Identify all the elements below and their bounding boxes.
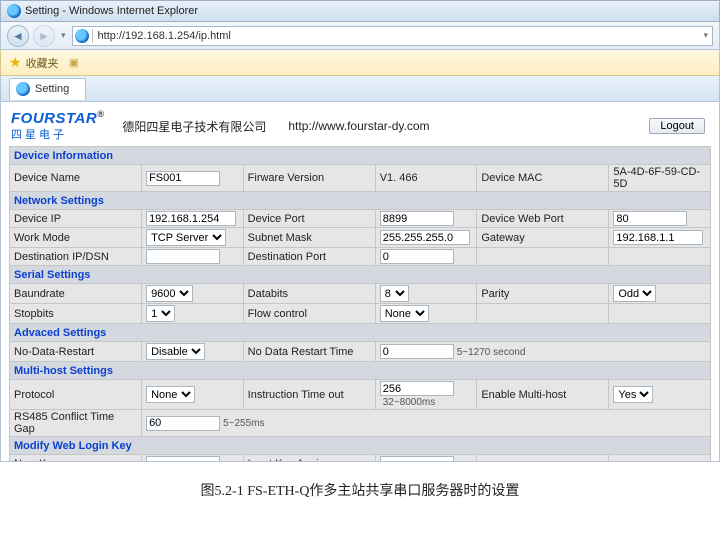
label-nodata-restart: No-Data-Restart bbox=[10, 342, 142, 362]
label-firmware: Firware Version bbox=[243, 165, 375, 192]
tab-title: Setting bbox=[35, 83, 69, 95]
page-content: FOURSTAR® 四星电子 德阳四星电子技术有限公司 http://www.f… bbox=[0, 102, 720, 462]
window-titlebar: Setting - Windows Internet Explorer bbox=[0, 0, 720, 22]
label-web-port: Device Web Port bbox=[477, 210, 609, 228]
new-key-input[interactable] bbox=[146, 456, 220, 462]
tab-favicon-icon bbox=[16, 82, 30, 96]
rs485-hint: 5~255ms bbox=[223, 418, 264, 429]
dest-ip-input[interactable] bbox=[146, 249, 220, 264]
databits-select[interactable]: 8 bbox=[380, 285, 409, 302]
favorites-label: 收藏夹 bbox=[26, 55, 59, 71]
label-protocol: Protocol bbox=[10, 380, 142, 410]
device-name-input[interactable] bbox=[146, 171, 220, 186]
label-baudrate: Baundrate bbox=[10, 284, 142, 304]
key-again-input[interactable] bbox=[380, 456, 454, 462]
label-device-port: Device Port bbox=[243, 210, 375, 228]
back-button[interactable]: ◄ bbox=[7, 25, 29, 47]
section-multihost: Multi-host Settings bbox=[10, 362, 711, 380]
label-dest-port: Destination Port bbox=[243, 248, 375, 266]
parity-select[interactable]: Odd bbox=[613, 285, 656, 302]
label-subnet: Subnet Mask bbox=[243, 228, 375, 248]
label-instr-timeout: Instruction Time out bbox=[243, 380, 375, 410]
label-device-name: Device Name bbox=[10, 165, 142, 192]
label-key-again: Input Key Again bbox=[243, 455, 375, 463]
rss-icon[interactable]: ▣ bbox=[69, 56, 79, 69]
device-port-input[interactable] bbox=[380, 211, 454, 226]
label-databits: Databits bbox=[243, 284, 375, 304]
nodata-time-input[interactable] bbox=[380, 344, 454, 359]
label-stopbits: Stopbits bbox=[10, 304, 142, 324]
window-title: Setting - Windows Internet Explorer bbox=[25, 5, 198, 17]
label-gateway: Gateway bbox=[477, 228, 609, 248]
url-input[interactable] bbox=[96, 30, 702, 42]
rs485-gap-input[interactable] bbox=[146, 416, 220, 431]
value-mac: 5A-4D-6F-59-CD-5D bbox=[609, 165, 711, 192]
tab-bar: Setting bbox=[0, 76, 720, 102]
label-work-mode: Work Mode bbox=[10, 228, 142, 248]
brand-logo: FOURSTAR® 四星电子 bbox=[11, 110, 104, 142]
gateway-input[interactable] bbox=[613, 230, 703, 245]
device-ip-input[interactable] bbox=[146, 211, 236, 226]
label-dest-ip: Destination IP/DSN bbox=[10, 248, 142, 266]
section-advanced: Advaced Settings bbox=[10, 324, 711, 342]
enable-multihost-select[interactable]: Yes bbox=[613, 386, 653, 403]
url-dropdown-icon[interactable]: ▾ bbox=[701, 30, 710, 41]
config-table: Device Information Device Name Firware V… bbox=[9, 146, 711, 462]
figure-caption: 图5.2-1 FS-ETH-Q作多主站共享串口服务器时的设置 bbox=[0, 480, 720, 500]
nodata-hint: 5~1270 second bbox=[457, 347, 526, 358]
ie-icon bbox=[7, 4, 21, 18]
forward-button[interactable]: ► bbox=[33, 25, 55, 47]
stopbits-select[interactable]: 1 bbox=[146, 305, 175, 322]
device-web-port-input[interactable] bbox=[613, 211, 687, 226]
protocol-select[interactable]: None bbox=[146, 386, 195, 403]
subnet-mask-input[interactable] bbox=[380, 230, 470, 245]
label-parity: Parity bbox=[477, 284, 609, 304]
company-name: 德阳四星电子技术有限公司 bbox=[122, 118, 266, 135]
brand-site-link[interactable]: http://www.fourstar-dy.com bbox=[288, 119, 429, 133]
address-bar[interactable]: ▾ bbox=[72, 26, 713, 46]
label-nodata-time: No Data Restart Time bbox=[243, 342, 375, 362]
browser-navbar: ◄ ► ▾ ▾ bbox=[0, 22, 720, 50]
logout-button[interactable]: Logout bbox=[649, 118, 705, 134]
label-new-key: New Key bbox=[10, 455, 142, 463]
work-mode-select[interactable]: TCP Server bbox=[146, 229, 226, 246]
nav-dropdown-icon[interactable]: ▾ bbox=[59, 30, 68, 41]
label-flow: Flow control bbox=[243, 304, 375, 324]
favorites-bar: ★ 收藏夹 ▣ bbox=[0, 50, 720, 76]
label-device-ip: Device IP bbox=[10, 210, 142, 228]
star-icon[interactable]: ★ bbox=[9, 54, 22, 71]
brand-header: FOURSTAR® 四星电子 德阳四星电子技术有限公司 http://www.f… bbox=[9, 108, 711, 146]
label-mac: Device MAC bbox=[477, 165, 609, 192]
nodata-restart-select[interactable]: Disable bbox=[146, 343, 205, 360]
section-modify-key: Modify Web Login Key bbox=[10, 437, 711, 455]
baudrate-select[interactable]: 9600 bbox=[146, 285, 193, 302]
label-rs485-gap: RS485 Conflict Time Gap bbox=[10, 410, 142, 437]
section-device-info: Device Information bbox=[10, 147, 711, 165]
instr-timeout-input[interactable] bbox=[380, 381, 454, 396]
section-serial: Serial Settings bbox=[10, 266, 711, 284]
label-enable-multihost: Enable Multi-host bbox=[477, 380, 609, 410]
instr-hint: 32~8000ms bbox=[383, 397, 436, 408]
page-icon bbox=[75, 29, 89, 43]
section-network: Network Settings bbox=[10, 192, 711, 210]
dest-port-input[interactable] bbox=[380, 249, 454, 264]
value-firmware: V1. 466 bbox=[375, 165, 477, 192]
tab-setting[interactable]: Setting bbox=[9, 78, 86, 100]
flow-control-select[interactable]: None bbox=[380, 305, 429, 322]
